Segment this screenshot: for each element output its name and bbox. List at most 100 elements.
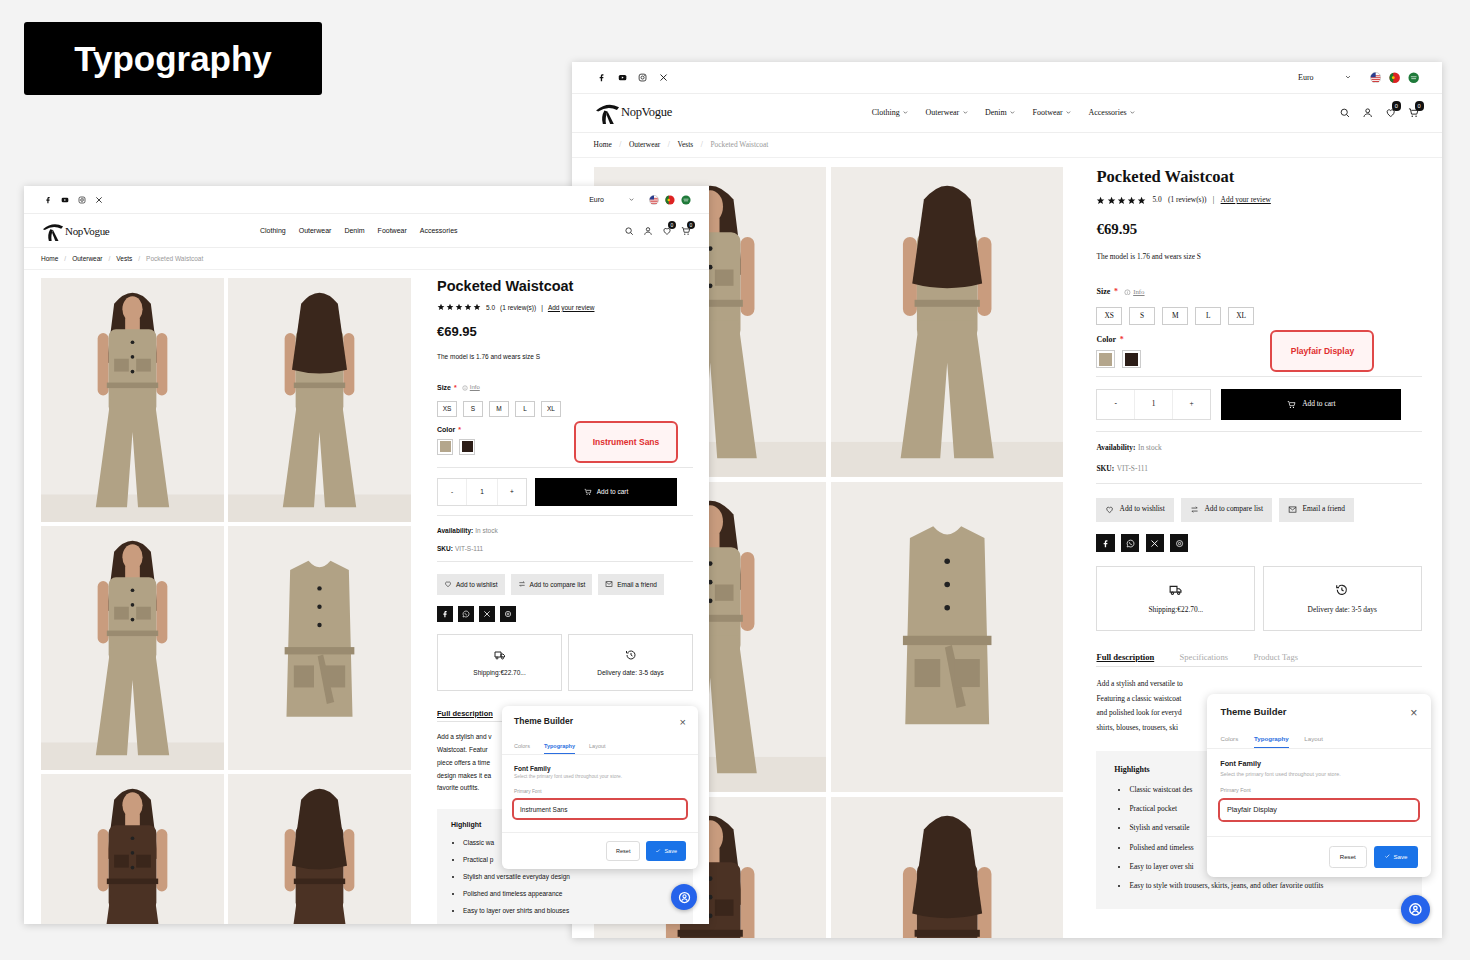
action-button[interactable]: Add to compare list <box>511 574 593 595</box>
color-swatch[interactable] <box>1096 350 1114 368</box>
facebook-icon[interactable] <box>44 196 52 204</box>
us-flag-icon[interactable] <box>649 195 659 205</box>
action-label[interactable]: Add to compare list <box>530 581 586 588</box>
action-label[interactable]: Email a friend <box>1303 505 1345 514</box>
breadcrumb-item[interactable]: Outerwear <box>629 140 660 149</box>
nav-item[interactable]: Clothing <box>260 227 286 234</box>
nav-item[interactable]: Accessories <box>1089 108 1136 117</box>
search-icon[interactable] <box>624 226 634 236</box>
size-option[interactable]: L <box>515 401 535 417</box>
nav-label[interactable]: Accessories <box>1089 108 1127 117</box>
breadcrumb-item[interactable]: Outerwear <box>72 255 102 262</box>
reset-button[interactable]: Reset <box>1329 846 1367 868</box>
pt-flag-icon[interactable] <box>1389 72 1400 83</box>
currency-selector[interactable]: Euro <box>1298 73 1352 82</box>
size-option[interactable]: M <box>489 401 509 417</box>
x-icon[interactable] <box>95 196 103 204</box>
currency-label[interactable]: Euro <box>1298 73 1314 82</box>
search-icon[interactable] <box>1339 107 1350 118</box>
nav-item[interactable]: Denim <box>985 108 1016 117</box>
share-button[interactable] <box>1121 534 1139 552</box>
panel-tab[interactable]: Typography <box>1254 731 1289 748</box>
cart-button[interactable]: 0 <box>1408 107 1419 118</box>
breadcrumb-item[interactable]: Vests <box>116 255 132 262</box>
add-review-link[interactable]: Add your review <box>1221 196 1271 205</box>
product-photo[interactable] <box>41 278 224 522</box>
decrease-button[interactable]: - <box>438 479 467 505</box>
panel-tab[interactable]: Layout <box>1304 731 1322 748</box>
nav-label[interactable]: Footwear <box>378 227 407 234</box>
nav-item[interactable]: Denim <box>344 227 364 234</box>
instagram-icon[interactable] <box>638 73 647 82</box>
increase-button[interactable]: + <box>1172 390 1209 420</box>
nav-item[interactable]: Clothing <box>872 108 909 117</box>
chat-button[interactable] <box>671 884 697 910</box>
share-button[interactable] <box>1146 534 1164 552</box>
pt-flag-icon[interactable] <box>665 195 675 205</box>
size-option[interactable]: L <box>1195 307 1220 325</box>
product-photo[interactable] <box>228 774 411 924</box>
product-photo[interactable] <box>41 774 224 924</box>
description-tab[interactable]: Full description <box>437 710 493 722</box>
currency-label[interactable]: Euro <box>589 196 604 203</box>
action-label[interactable]: Add to compare list <box>1204 505 1263 514</box>
size-option[interactable]: S <box>463 401 483 417</box>
youtube-icon[interactable] <box>618 73 627 82</box>
share-button[interactable] <box>437 606 453 622</box>
size-option[interactable]: S <box>1129 307 1154 325</box>
action-label[interactable]: Add to wishlist <box>1120 505 1165 514</box>
nav-item[interactable]: Footwear <box>1033 108 1072 117</box>
cart-button[interactable]: 0 <box>681 226 691 236</box>
action-label[interactable]: Add to wishlist <box>456 581 498 588</box>
logo-text[interactable]: NopVogue <box>65 225 109 237</box>
color-swatch[interactable] <box>1122 350 1140 368</box>
product-photo[interactable] <box>41 526 224 770</box>
facebook-icon[interactable] <box>597 73 606 82</box>
us-flag-icon[interactable] <box>1370 72 1381 83</box>
chat-button[interactable] <box>1401 895 1430 924</box>
logo[interactable]: NopVogue <box>42 220 260 242</box>
share-button[interactable] <box>1170 534 1188 552</box>
nav-item[interactable]: Footwear <box>378 227 407 234</box>
panel-tab[interactable]: Typography <box>544 739 575 754</box>
nav-item[interactable]: Outerwear <box>925 108 968 117</box>
nav-label[interactable]: Clothing <box>872 108 900 117</box>
panel-tab[interactable]: Layout <box>589 739 606 754</box>
share-button[interactable] <box>479 606 495 622</box>
nav-label[interactable]: Outerwear <box>299 227 332 234</box>
size-option[interactable]: XS <box>437 401 457 417</box>
primary-font-field[interactable]: Playfair Display <box>1218 798 1420 823</box>
size-option[interactable]: XS <box>1096 307 1121 325</box>
quantity-input[interactable]: 1 <box>467 479 496 505</box>
wishlist-button[interactable]: 0 <box>662 226 672 236</box>
wishlist-button[interactable]: 0 <box>1385 107 1396 118</box>
add-to-cart-button[interactable]: Add to cart <box>1221 389 1401 421</box>
action-button[interactable]: Add to compare list <box>1181 498 1272 522</box>
save-button[interactable]: Save <box>646 841 686 861</box>
x-icon[interactable] <box>659 73 668 82</box>
size-info-text[interactable]: Info <box>1133 288 1144 296</box>
save-button[interactable]: Save <box>1374 846 1418 868</box>
nav-label[interactable]: Denim <box>344 227 364 234</box>
action-button[interactable]: Email a friend <box>1279 498 1353 522</box>
decrease-button[interactable]: - <box>1097 390 1134 420</box>
save-label[interactable]: Save <box>1393 853 1407 860</box>
increase-button[interactable]: + <box>497 479 526 505</box>
instagram-icon[interactable] <box>78 196 86 204</box>
logo[interactable]: NopVogue <box>595 100 872 125</box>
panel-tab[interactable]: Colors <box>1220 731 1238 748</box>
color-swatch[interactable] <box>437 439 453 455</box>
product-photo[interactable] <box>831 797 1063 938</box>
size-info-link[interactable]: Info <box>1124 288 1144 296</box>
logo-text[interactable]: NopVogue <box>621 105 672 120</box>
user-icon[interactable] <box>643 226 653 236</box>
description-tab[interactable]: Full description <box>1096 653 1154 666</box>
product-photo[interactable] <box>831 482 1063 792</box>
size-info-link[interactable]: Info <box>462 384 480 391</box>
close-button[interactable]: × <box>1410 706 1417 720</box>
panel-tab[interactable]: Colors <box>514 739 530 754</box>
sa-flag-icon[interactable] <box>1408 72 1419 83</box>
reset-button[interactable]: Reset <box>606 841 640 861</box>
description-tab[interactable]: Specifications <box>1180 653 1228 666</box>
share-button[interactable] <box>458 606 474 622</box>
